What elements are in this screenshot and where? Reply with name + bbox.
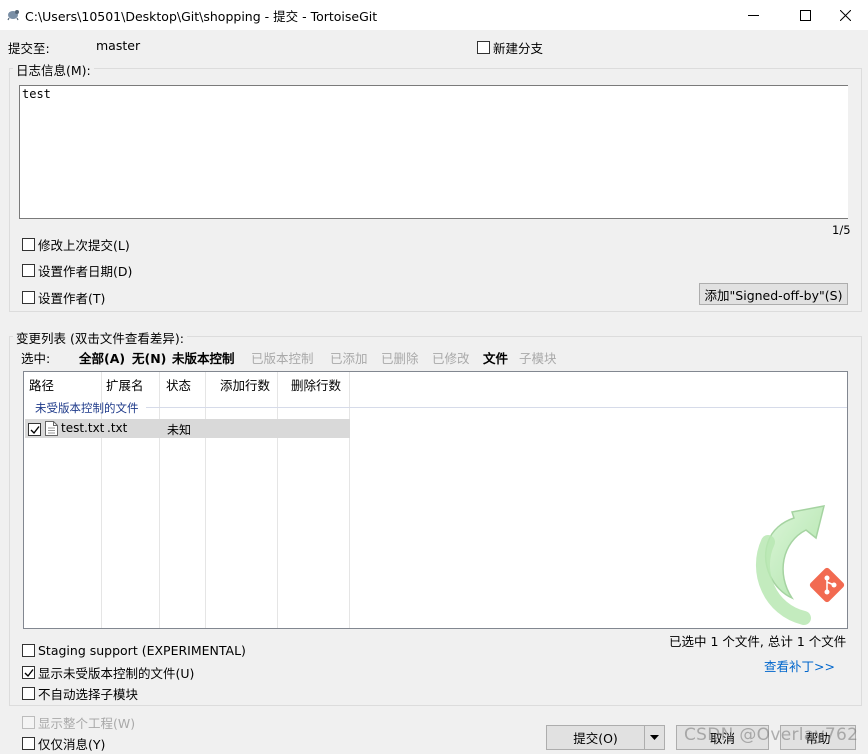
commit-button[interactable]: 提交(O)	[546, 725, 645, 750]
message-only-checkbox[interactable]: 仅仅消息(Y)	[22, 734, 105, 753]
log-message-textarea[interactable]: test	[19, 85, 848, 219]
selection-summary: 已选中 1 个文件, 总计 1 个文件	[669, 634, 847, 649]
amend-label: 修改上次提交(L)	[38, 238, 130, 253]
checkmark-icon	[30, 426, 40, 435]
show-unversioned-label: 显示未受版本控制的文件(U)	[38, 666, 195, 681]
checkbox-box[interactable]	[477, 41, 490, 54]
row-status: 未知	[167, 423, 192, 437]
checkbox-box[interactable]	[22, 716, 35, 729]
filter-versioned[interactable]: 已版本控制	[251, 348, 314, 367]
row-extension: .txt	[107, 421, 128, 435]
minimize-button[interactable]	[730, 0, 776, 30]
filter-files[interactable]: 文件	[483, 348, 508, 367]
filter-unversioned[interactable]: 未版本控制	[172, 348, 235, 367]
close-icon	[839, 9, 851, 21]
amend-checkbox[interactable]: 修改上次提交(L)	[22, 235, 130, 254]
filter-all[interactable]: 全部(A)	[79, 348, 125, 367]
title-bar[interactable]: C:\Users\10501\Desktop\Git\shopping - 提交…	[0, 0, 868, 30]
message-only-label: 仅仅消息(Y)	[38, 737, 106, 752]
window-title: C:\Users\10501\Desktop\Git\shopping - 提交…	[25, 9, 378, 24]
minimize-icon	[747, 14, 759, 16]
checkbox-box[interactable]	[22, 737, 35, 750]
filter-submodules[interactable]: 子模块	[519, 348, 557, 367]
tortoisegit-logo-watermark	[755, 505, 845, 625]
checkbox-box[interactable]	[22, 291, 35, 304]
checkbox-box[interactable]	[22, 264, 35, 277]
show-unversioned-checkbox[interactable]: 显示未受版本控制的文件(U)	[22, 663, 194, 682]
no-auto-submodule-checkbox[interactable]: 不自动选择子模块	[22, 684, 138, 703]
log-message-group-title: 日志信息(M):	[13, 60, 94, 79]
column-separator	[205, 372, 206, 628]
column-header-extension[interactable]: 扩展名	[106, 375, 144, 394]
file-list-view[interactable]: 路径 扩展名 状态 添加行数 删除行数 未受版本控制的文件 test.txt .…	[23, 371, 848, 629]
set-author-date-label: 设置作者日期(D)	[38, 264, 133, 279]
tortoisegit-app-icon	[7, 10, 19, 21]
no-auto-submodule-label: 不自动选择子模块	[38, 687, 139, 702]
checkbox-box[interactable]	[22, 687, 35, 700]
commit-to-label: 提交至:	[8, 41, 50, 56]
filter-deleted[interactable]: 已删除	[381, 348, 419, 367]
column-separator	[277, 372, 278, 628]
text-file-icon	[45, 421, 58, 436]
log-message-text: test	[22, 87, 51, 101]
maximize-icon	[799, 9, 811, 21]
signoff-button[interactable]: 添加"Signed-off-by"(S)	[699, 283, 848, 305]
show-whole-project-label: 显示整个工程(W)	[38, 716, 136, 731]
filter-modified[interactable]: 已修改	[432, 348, 470, 367]
set-author-checkbox[interactable]: 设置作者(T)	[22, 288, 105, 307]
close-button[interactable]	[822, 0, 868, 30]
filter-none[interactable]: 无(N)	[132, 348, 166, 367]
group-header-unversioned: 未受版本控制的文件	[35, 401, 139, 415]
csdn-watermark: CSDN @Overlay762	[684, 725, 859, 745]
column-separator	[349, 372, 350, 628]
checkbox-box[interactable]	[22, 238, 35, 251]
column-separator	[159, 372, 160, 628]
branch-name: master	[96, 38, 141, 53]
select-label: 选中:	[21, 351, 51, 366]
filter-added[interactable]: 已添加	[330, 348, 368, 367]
checkmark-icon	[24, 669, 34, 678]
set-author-label: 设置作者(T)	[38, 291, 106, 306]
commit-dropdown-button[interactable]	[644, 725, 665, 750]
staging-support-checkbox[interactable]: Staging support (EXPERIMENTAL)	[22, 643, 246, 658]
staging-support-label: Staging support (EXPERIMENTAL)	[38, 643, 246, 658]
show-whole-project-checkbox[interactable]: 显示整个工程(W)	[22, 713, 135, 732]
view-patch-link[interactable]: 查看补丁>>	[764, 656, 835, 675]
message-counter: 1/5	[832, 223, 851, 237]
column-header-path[interactable]: 路径	[29, 375, 54, 394]
row-checkbox[interactable]	[28, 423, 41, 436]
column-header-deleted-lines[interactable]: 删除行数	[291, 375, 341, 394]
chevron-down-icon	[650, 735, 659, 740]
checkbox-box[interactable]	[22, 666, 35, 679]
group-divider	[146, 407, 847, 408]
changes-group-title: 变更列表 (双击文件查看差异):	[13, 328, 187, 347]
new-branch-label: 新建分支	[493, 41, 544, 56]
row-path: test.txt	[61, 421, 105, 435]
column-header-status[interactable]: 状态	[166, 375, 191, 394]
new-branch-checkbox[interactable]: 新建分支	[477, 38, 543, 57]
set-author-date-checkbox[interactable]: 设置作者日期(D)	[22, 261, 132, 280]
table-row[interactable]: test.txt .txt 未知	[25, 419, 350, 438]
column-header-added-lines[interactable]: 添加行数	[220, 375, 270, 394]
checkbox-box[interactable]	[22, 644, 35, 657]
